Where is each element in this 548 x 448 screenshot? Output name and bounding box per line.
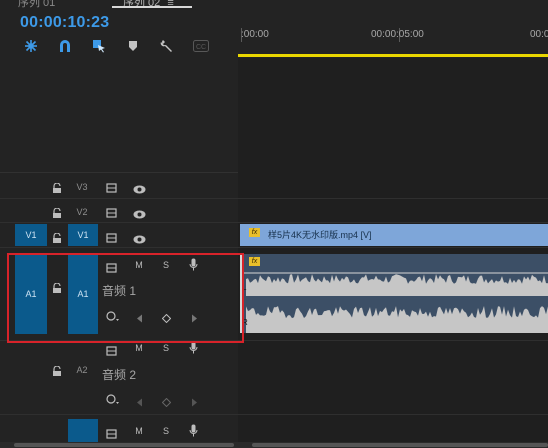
ruler-label-start: :00:00 [241, 29, 269, 40]
source-patch-v1[interactable]: V1 [15, 224, 47, 246]
sync-lock-icon[interactable] [106, 230, 118, 248]
nest-sequence-icon[interactable] [22, 38, 40, 54]
microphone-icon[interactable] [189, 424, 198, 442]
audio-clip[interactable] [240, 254, 548, 333]
track-label-v3[interactable]: V3 [73, 182, 91, 192]
previous-keyframe-icon[interactable] [136, 394, 143, 412]
snap-magnet-icon[interactable] [56, 38, 74, 54]
eye-icon[interactable] [133, 181, 146, 199]
solo-button[interactable]: S [160, 426, 172, 436]
track-label-a2[interactable]: A2 [73, 365, 91, 375]
selection-highlight [7, 253, 244, 343]
mute-button[interactable]: M [133, 343, 145, 353]
solo-button[interactable]: S [160, 343, 172, 353]
target-track-v1[interactable]: V1 [68, 224, 98, 246]
fx-badge[interactable]: fx [249, 228, 260, 237]
fx-badge[interactable]: fx [249, 257, 260, 266]
ruler-label-10s: 00:00 [530, 29, 548, 40]
captions-icon[interactable]: CC [192, 38, 210, 54]
track-header-scrollbar[interactable] [14, 443, 234, 447]
track-name-a2[interactable]: 音频 2 [102, 366, 136, 383]
timeline-zoom-scrollbar[interactable] [252, 443, 548, 447]
svg-text:CC: CC [196, 44, 206, 51]
work-area-bar[interactable] [238, 54, 548, 57]
keyframe-mode-icon[interactable] [106, 392, 120, 410]
lock-icon[interactable] [52, 205, 62, 223]
ruler-label-5s: 00:00:05:00 [371, 29, 424, 40]
divider [0, 172, 238, 173]
divider [0, 198, 548, 199]
audio-waveform [242, 272, 548, 333]
divider [0, 414, 548, 415]
active-tab-indicator [112, 6, 192, 8]
add-keyframe-icon[interactable] [161, 394, 172, 412]
eye-icon[interactable] [133, 231, 146, 249]
target-track-a3[interactable] [68, 419, 98, 442]
video-clip-name: 样5片4K无水印版.mp4 [V] [268, 230, 372, 240]
linked-selection-icon[interactable] [90, 38, 108, 54]
lock-icon[interactable] [52, 363, 62, 381]
sync-lock-icon[interactable] [106, 180, 118, 198]
tab-bar [0, 0, 548, 8]
lock-icon[interactable] [52, 180, 62, 198]
lock-icon[interactable] [52, 230, 62, 248]
settings-wrench-icon[interactable] [158, 38, 176, 54]
track-label-v2[interactable]: V2 [73, 207, 91, 217]
playhead-timecode[interactable]: 00:00:10:23 [20, 14, 109, 32]
divider [0, 247, 548, 248]
eye-icon[interactable] [133, 206, 146, 224]
tab-sequence-01[interactable]: 序列 01 [18, 0, 55, 10]
microphone-icon[interactable] [189, 341, 198, 359]
sync-lock-icon[interactable] [106, 205, 118, 223]
timeline-tracks-area[interactable] [238, 58, 548, 448]
add-marker-icon[interactable] [124, 38, 142, 54]
tab-sequence-02[interactable]: 序列 02 ≡ [123, 0, 174, 10]
mute-button[interactable]: M [133, 426, 145, 436]
sync-lock-icon[interactable] [106, 343, 118, 361]
next-keyframe-icon[interactable] [191, 394, 198, 412]
divider [0, 222, 548, 223]
